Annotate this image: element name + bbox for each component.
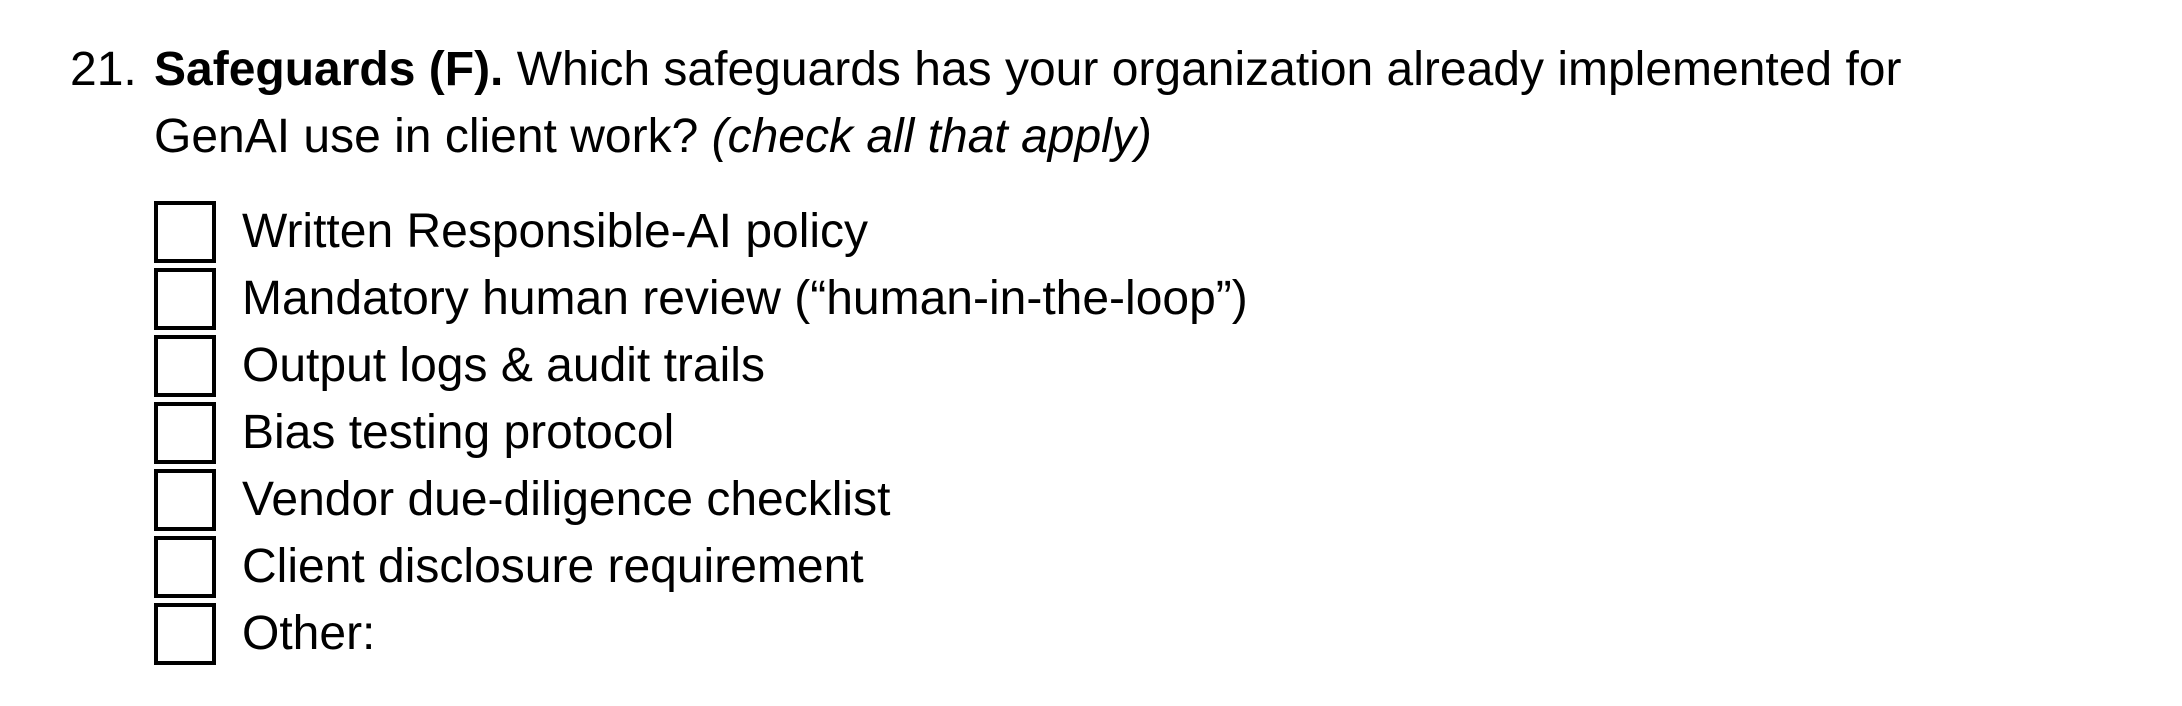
checkbox-client-disclosure[interactable]: [154, 535, 216, 598]
question-block: 21. Safeguards (F). Which safeguards has …: [70, 36, 2130, 170]
question-title: Safeguards (F).: [154, 43, 504, 96]
checkbox-other[interactable]: [154, 602, 216, 665]
option-label-written-policy: Written Responsible-AI policy: [242, 205, 869, 258]
option-client-disclosure: Client disclosure requirement: [154, 533, 1248, 600]
checkbox-bias-testing[interactable]: [154, 401, 216, 464]
checkbox-human-review[interactable]: [154, 267, 216, 330]
option-label-human-review: Mandatory human review (“human-in-the-lo…: [242, 272, 1248, 325]
option-label-other: Other:: [242, 607, 376, 660]
option-bias-testing: Bias testing protocol: [154, 399, 1248, 466]
option-output-logs: Output logs & audit trails: [154, 332, 1248, 399]
question-instruction: (check all that apply): [711, 110, 1152, 163]
option-label-output-logs: Output logs & audit trails: [242, 339, 765, 392]
checkbox-output-logs[interactable]: [154, 334, 216, 397]
option-written-policy: Written Responsible-AI policy: [154, 198, 1248, 265]
question-text-line-1: Which safeguards has your organization a…: [516, 43, 1902, 96]
question-line-2: GenAI use in client work? (check all tha…: [70, 103, 2130, 170]
option-label-client-disclosure: Client disclosure requirement: [242, 540, 864, 593]
option-other: Other:: [154, 600, 1248, 667]
checkbox-vendor-checklist[interactable]: [154, 468, 216, 531]
question-number: 21.: [70, 43, 137, 96]
option-label-vendor-checklist: Vendor due-diligence checklist: [242, 473, 891, 526]
options-list: Written Responsible-AI policy Mandatory …: [154, 198, 1248, 667]
checkbox-written-policy[interactable]: [154, 200, 216, 263]
option-human-review: Mandatory human review (“human-in-the-lo…: [154, 265, 1248, 332]
option-vendor-checklist: Vendor due-diligence checklist: [154, 466, 1248, 533]
question-line-1: 21. Safeguards (F). Which safeguards has …: [70, 36, 2130, 103]
option-label-bias-testing: Bias testing protocol: [242, 406, 675, 459]
question-text-line-2: GenAI use in client work?: [154, 110, 699, 163]
